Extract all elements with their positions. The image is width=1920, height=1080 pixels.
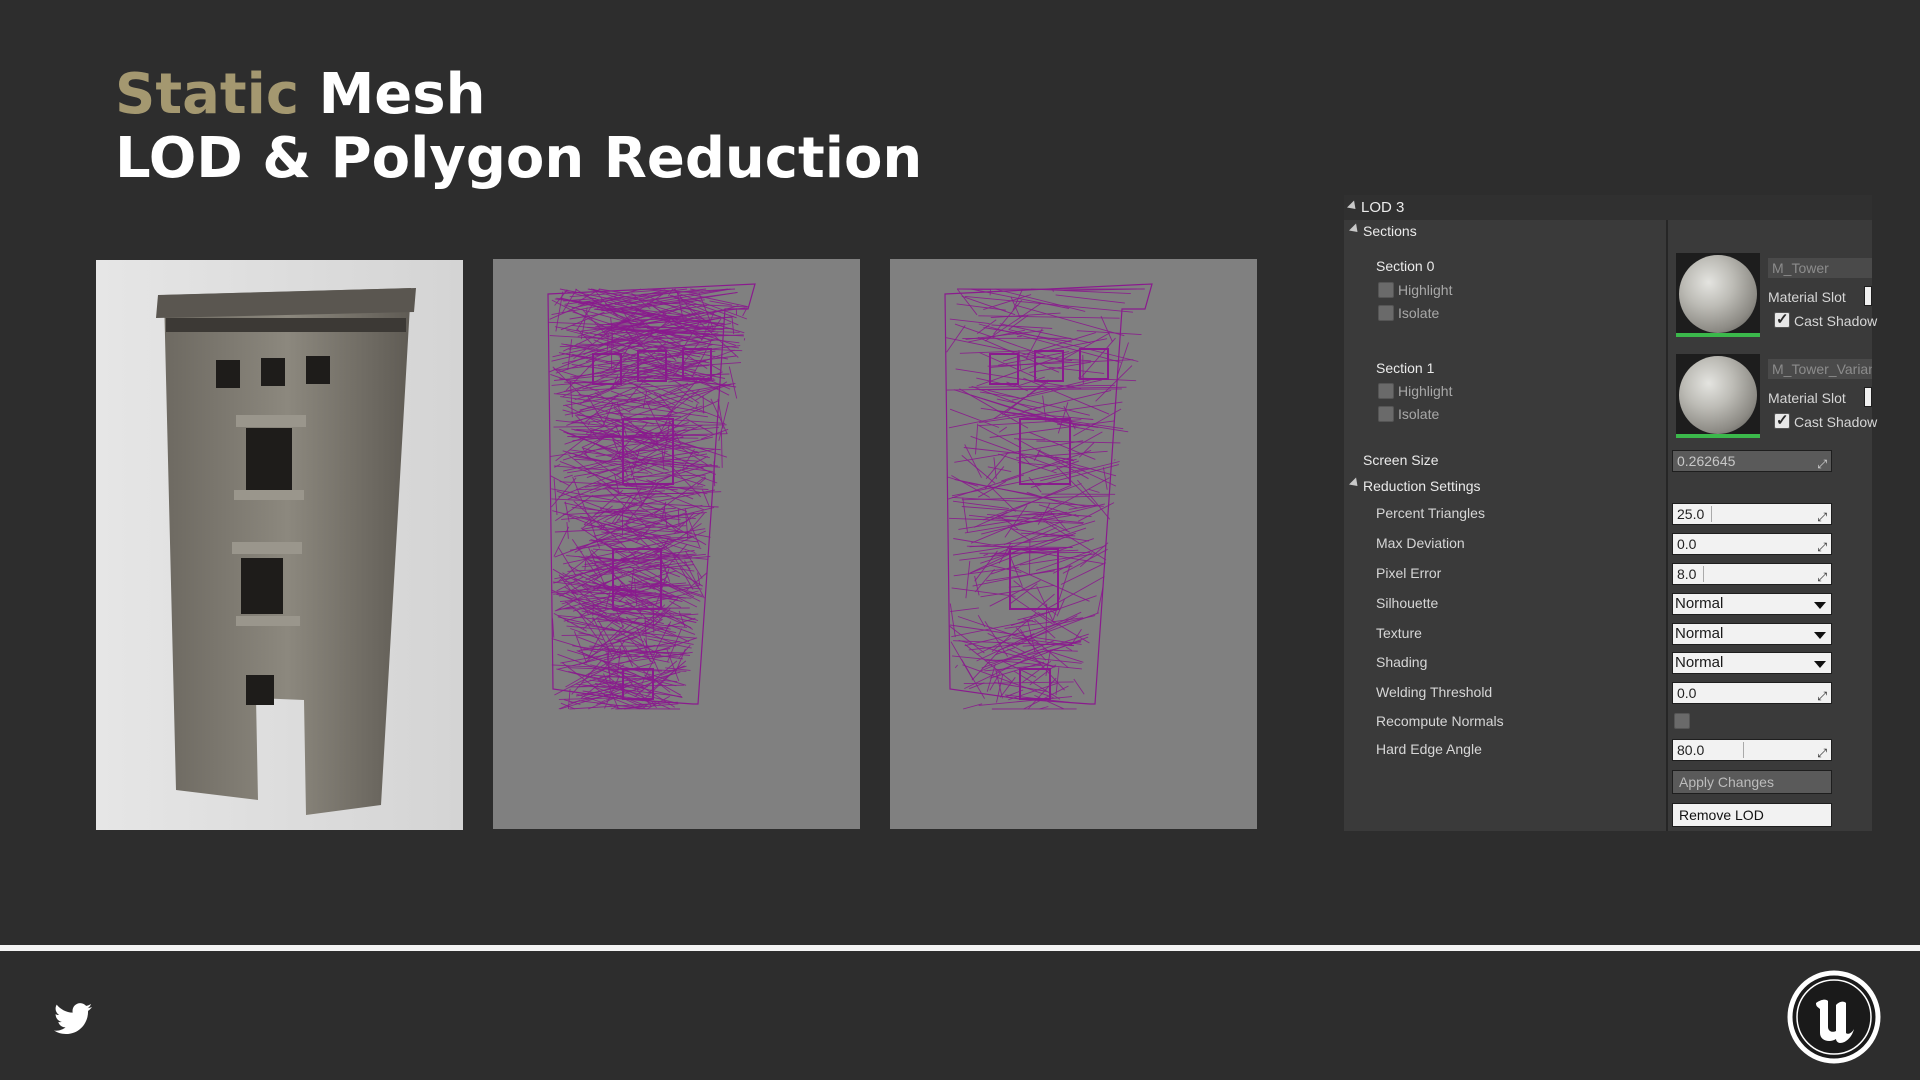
pixel-error-field[interactable]: 8.0 ⤢: [1672, 563, 1832, 585]
section-1-material-name[interactable]: M_Tower_Variant: [1768, 359, 1872, 379]
section-0-isolate-checkbox[interactable]: [1378, 305, 1394, 321]
wireframe-lod3-image: [890, 259, 1257, 829]
section-1-isolate-label: Isolate: [1398, 406, 1440, 422]
section-1-material-slot-dropdown[interactable]: [1864, 387, 1872, 407]
section-1-highlight-checkbox[interactable]: [1378, 383, 1394, 399]
shading-label: Shading: [1376, 654, 1428, 670]
section-0-material-slot-dropdown[interactable]: [1864, 286, 1872, 306]
lod-header-label: LOD 3: [1361, 199, 1405, 216]
section-0-material-thumbnail[interactable]: [1676, 253, 1760, 337]
sections-collapse-arrow-icon[interactable]: [1348, 223, 1362, 236]
section-1-label: Section 1: [1376, 360, 1435, 376]
sections-header: Sections: [1363, 223, 1417, 239]
twitter-icon: [54, 1003, 92, 1040]
slide-title-line2: LOD & Polygon Reduction: [115, 126, 923, 191]
section-0-cast-shadow-checkbox[interactable]: [1774, 310, 1790, 328]
section-0-material-name[interactable]: M_Tower: [1768, 258, 1872, 278]
chevron-down-icon: [1814, 661, 1826, 668]
section-1-cast-shadow-label: Cast Shadow: [1794, 414, 1878, 430]
hard-edge-angle-field[interactable]: 80.0 ⤢: [1672, 739, 1832, 761]
pixel-error-label: Pixel Error: [1376, 565, 1442, 581]
title-accent: Static: [115, 62, 300, 127]
lod-header-bar[interactable]: [1344, 195, 1872, 220]
screen-size-label: Screen Size: [1363, 452, 1439, 468]
section-1-material-thumbnail[interactable]: [1676, 354, 1760, 438]
title-rest: Mesh: [318, 62, 486, 127]
welding-threshold-label: Welding Threshold: [1376, 684, 1493, 700]
resize-arrow-icon: ⤢: [1817, 746, 1827, 760]
section-0-highlight-checkbox[interactable]: [1378, 282, 1394, 298]
recompute-normals-label: Recompute Normals: [1376, 713, 1504, 729]
texture-label: Texture: [1376, 625, 1422, 641]
section-0-isolate-label: Isolate: [1398, 305, 1440, 321]
resize-arrow-icon: ⤢: [1817, 510, 1827, 524]
percent-triangles-label: Percent Triangles: [1376, 505, 1485, 521]
unreal-engine-logo: [1786, 969, 1882, 1070]
hard-edge-angle-label: Hard Edge Angle: [1376, 741, 1482, 757]
section-1-cast-shadow-checkbox[interactable]: [1774, 411, 1790, 429]
column-divider[interactable]: [1666, 220, 1668, 831]
texture-dropdown[interactable]: Normal: [1672, 623, 1832, 645]
section-1-isolate-checkbox[interactable]: [1378, 406, 1394, 422]
section-0-material-slot-label: Material Slot: [1768, 289, 1846, 305]
wireframe-lod0-image: [493, 259, 860, 829]
chevron-down-icon: [1814, 632, 1826, 639]
welding-threshold-field[interactable]: 0.0 ⤢: [1672, 682, 1832, 704]
reduction-settings-collapse-arrow-icon[interactable]: [1348, 477, 1362, 490]
max-deviation-field[interactable]: 0.0 ⤢: [1672, 533, 1832, 555]
resize-arrow-icon: ⤢: [1817, 689, 1827, 703]
screen-size-field[interactable]: 0.262645 ⤢: [1672, 450, 1832, 472]
chevron-down-icon: [1814, 602, 1826, 609]
resize-arrow-icon: ⤢: [1817, 457, 1827, 471]
section-1-material-slot-label: Material Slot: [1768, 390, 1846, 406]
resize-arrow-icon: ⤢: [1817, 570, 1827, 584]
tower-render-image: [96, 260, 463, 830]
reduction-settings-header: Reduction Settings: [1363, 478, 1481, 494]
shading-dropdown[interactable]: Normal: [1672, 652, 1832, 674]
resize-arrow-icon: ⤢: [1817, 540, 1827, 554]
section-0-label: Section 0: [1376, 258, 1435, 274]
percent-triangles-field[interactable]: 25.0 ⤢: [1672, 503, 1832, 525]
silhouette-dropdown[interactable]: Normal: [1672, 593, 1832, 615]
section-0-cast-shadow-label: Cast Shadow: [1794, 313, 1878, 329]
section-0-highlight-label: Highlight: [1398, 282, 1453, 298]
remove-lod-button[interactable]: Remove LOD: [1672, 803, 1832, 827]
section-1-highlight-label: Highlight: [1398, 383, 1453, 399]
silhouette-label: Silhouette: [1376, 595, 1439, 611]
apply-changes-button[interactable]: Apply Changes: [1672, 770, 1832, 794]
lod-details-panel: LOD 3 Sections Section 0 Highlight Isola…: [1344, 195, 1877, 831]
max-deviation-label: Max Deviation: [1376, 535, 1465, 551]
footer-divider: [0, 945, 1920, 951]
recompute-normals-checkbox[interactable]: [1674, 713, 1690, 729]
slide-title-line1: Static Mesh: [115, 62, 485, 127]
